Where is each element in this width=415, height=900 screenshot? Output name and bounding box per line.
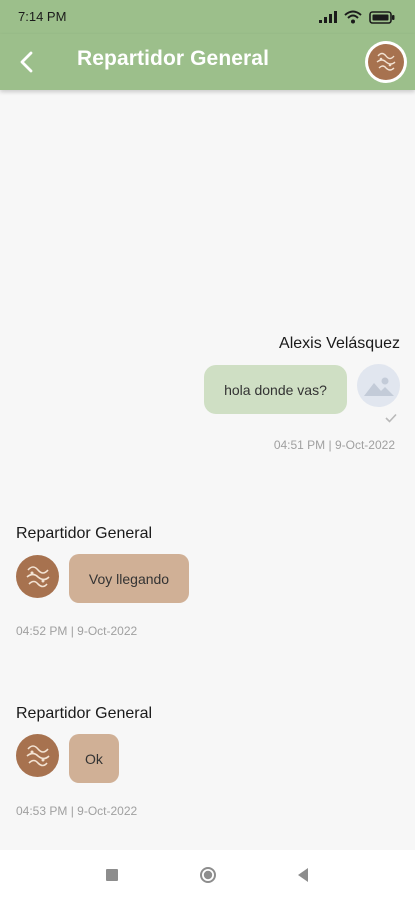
message-bubble-outgoing[interactable]: hola donde vas?	[204, 365, 347, 414]
message-bubble-incoming[interactable]: Voy llegando	[69, 554, 189, 603]
system-nav-bar	[0, 850, 415, 900]
status-icons	[319, 9, 395, 25]
avatar-image	[368, 44, 404, 80]
message-timestamp: 04:52 PM | 9-Oct-2022	[16, 624, 138, 638]
message-text: hola donde vas?	[224, 381, 327, 398]
message-text: Ok	[85, 750, 103, 767]
check-icon	[385, 413, 397, 423]
back-button[interactable]	[12, 48, 40, 76]
message-timestamp: 04:53 PM | 9-Oct-2022	[16, 804, 138, 818]
wifi-icon	[344, 10, 362, 24]
message-timestamp: 04:51 PM | 9-Oct-2022	[273, 438, 395, 452]
header-avatar[interactable]	[365, 41, 407, 83]
app-bar: Repartidor General	[0, 34, 415, 90]
battery-icon	[369, 10, 395, 24]
logo-icon	[26, 566, 50, 588]
avatar	[16, 555, 59, 598]
avatar	[16, 734, 59, 777]
triangle-icon[interactable]	[296, 867, 310, 883]
message-sender: Repartidor General	[16, 525, 153, 542]
message-sender: Repartidor General	[16, 705, 153, 722]
logo-icon	[376, 52, 396, 71]
message-text: Voy llegando	[88, 570, 170, 587]
logo-icon	[26, 745, 50, 767]
image-placeholder-icon	[357, 364, 400, 407]
status-bar: 7:14 PM	[0, 0, 415, 34]
status-time: 7:14 PM	[18, 9, 67, 24]
circle-icon[interactable]	[199, 866, 217, 884]
square-icon[interactable]	[106, 869, 118, 881]
chat-title: Repartidor General	[77, 47, 270, 70]
message-bubble-incoming[interactable]: Ok	[69, 734, 119, 783]
message-sender: Alexis Velásquez	[279, 335, 400, 352]
signal-icon	[319, 11, 337, 23]
back-arrow-icon	[20, 51, 33, 73]
